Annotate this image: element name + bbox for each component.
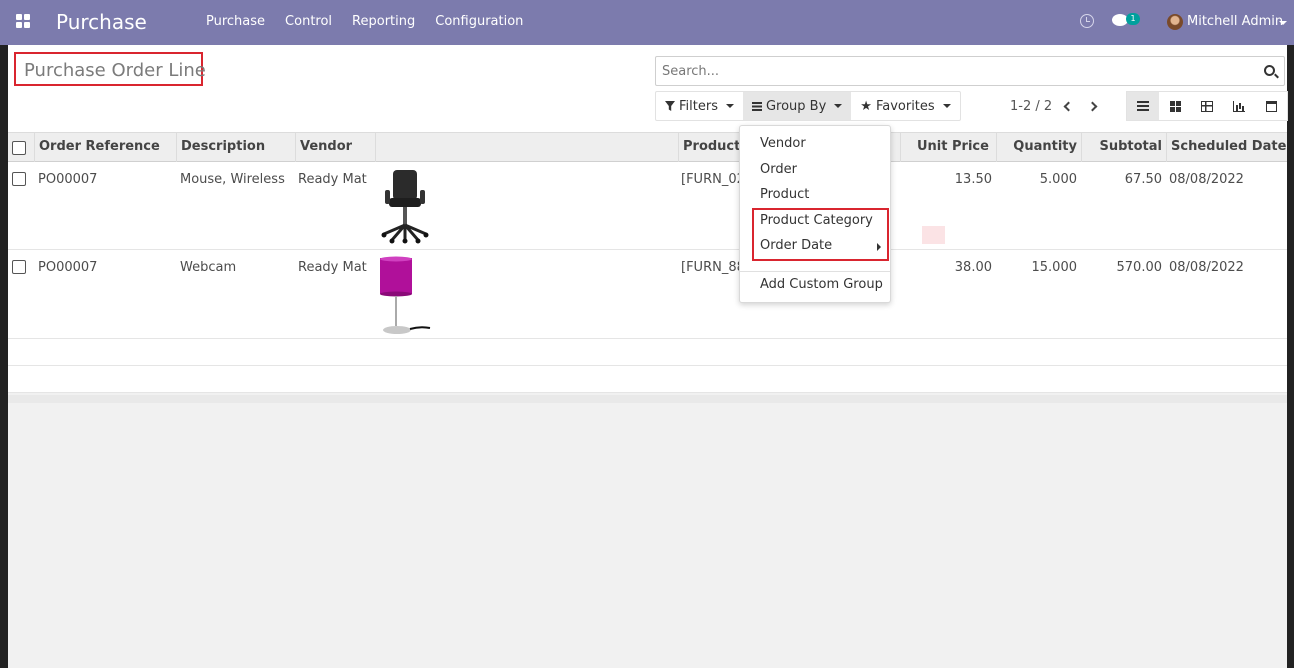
chevron-left-icon [1063,101,1074,112]
favorites-label: Favorites [875,98,935,114]
apps-menu-icon[interactable] [16,14,30,28]
top-navbar: Purchase Purchase Control Reporting Conf… [0,0,1294,45]
bars-icon [751,101,762,111]
product: [FURN_02 [681,172,745,187]
vendor: Ready Mat [298,260,367,275]
order-reference: PO00007 [38,172,98,187]
unit-price: 13.50 [954,172,992,187]
col-quantity[interactable]: Quantity [996,133,1081,162]
vendor: Ready Mat [298,172,367,187]
table-row[interactable]: PO00007 Webcam Ready Mat [FURN_88 38.00 … [8,250,1287,339]
pivot-icon [1201,100,1213,112]
description: Mouse, Wireless [180,172,285,187]
subtotal: 67.50 [1124,172,1162,187]
app-brand[interactable]: Purchase [56,10,147,34]
group-by-order[interactable]: Order [760,162,797,177]
highlight-spot [922,226,945,244]
add-custom-group[interactable]: Add Custom Group [760,277,883,292]
empty-row [8,366,1287,393]
filters-button[interactable]: Filters [656,92,743,120]
menu-purchase[interactable]: Purchase [206,14,265,29]
select-all-checkbox[interactable] [12,141,26,155]
scheduled-date: 08/08/2022 [1169,172,1244,187]
group-by-label: Group By [765,98,827,114]
calendar-view-button[interactable] [1255,92,1287,120]
menu-configuration[interactable]: Configuration [435,14,523,29]
empty-row [8,339,1287,366]
table-header: Order Reference Description Vendor Produ… [8,132,1287,162]
pager-value[interactable]: 1-2 / 2 [1010,99,1052,114]
unit-price: 38.00 [954,260,992,275]
table-footer [8,395,1287,403]
col-subtotal[interactable]: Subtotal [1081,133,1166,162]
chevron-right-icon [1087,101,1098,112]
search-icon[interactable] [1264,65,1275,76]
quantity: 5.000 [1039,172,1077,187]
chat-badge: 1 [1126,13,1140,25]
calendar-icon [1265,100,1277,112]
col-description[interactable]: Description [176,133,295,162]
col-image[interactable] [375,133,678,162]
product: [FURN_88 [681,260,745,275]
col-unit-price[interactable]: Unit Price [900,133,996,162]
caret-down-icon [942,104,951,108]
subtotal: 570.00 [1116,260,1163,275]
search-options: Filters Group By ★ Favorites [655,91,961,121]
filters-label: Filters [679,98,718,114]
group-by-dropdown: Vendor Order Product Product Category Or… [739,125,891,303]
row-checkbox[interactable] [12,260,26,274]
col-scheduled-date[interactable]: Scheduled Date [1166,133,1287,162]
main-menu: Purchase Control Reporting Configuration [206,14,523,29]
user-menu[interactable]: Mitchell Admin [1187,14,1283,29]
description: Webcam [180,260,237,275]
pager-previous-button[interactable] [1059,100,1077,114]
star-icon: ★ [860,98,872,114]
row-checkbox[interactable] [12,172,26,186]
group-by-product[interactable]: Product [760,187,809,202]
list-view-button[interactable] [1127,92,1159,120]
caret-down-icon [834,104,843,108]
list-icon [1137,101,1149,111]
activity-clock-icon[interactable] [1080,14,1094,28]
search-input[interactable] [656,57,1246,85]
menu-reporting[interactable]: Reporting [352,14,415,29]
group-by-button[interactable]: Group By [742,92,852,120]
col-order-reference[interactable]: Order Reference [34,133,176,162]
highlight-box [752,208,889,261]
table-row[interactable]: PO00007 Mouse, Wireless Ready Mat [FURN_… [8,162,1287,250]
order-reference: PO00007 [38,260,98,275]
favorites-button[interactable]: ★ Favorites [851,92,959,120]
avatar[interactable] [1167,14,1183,30]
kanban-icon [1169,100,1181,112]
kanban-view-button[interactable] [1159,92,1191,120]
caret-down-icon [725,104,734,108]
col-vendor[interactable]: Vendor [295,133,375,162]
graph-view-button[interactable] [1223,92,1255,120]
scheduled-date: 08/08/2022 [1169,260,1244,275]
pager-next-button[interactable] [1087,100,1105,114]
user-caret-icon[interactable] [1279,21,1287,25]
filter-icon [665,101,675,111]
office-chair-image [381,170,429,244]
control-panel: Purchase Order Line Filters Group By ★ F… [8,45,1288,132]
page-title: Purchase Order Line [14,52,206,86]
group-by-vendor[interactable]: Vendor [760,136,806,151]
list-table: Order Reference Description Vendor Produ… [8,132,1287,393]
quantity: 15.000 [1031,260,1078,275]
purple-lamp-image [380,256,431,334]
menu-control[interactable]: Control [285,14,332,29]
dropdown-divider [740,271,890,272]
search-bar [655,56,1285,86]
pivot-view-button[interactable] [1191,92,1223,120]
view-switcher [1126,91,1288,121]
graph-icon [1233,100,1245,112]
